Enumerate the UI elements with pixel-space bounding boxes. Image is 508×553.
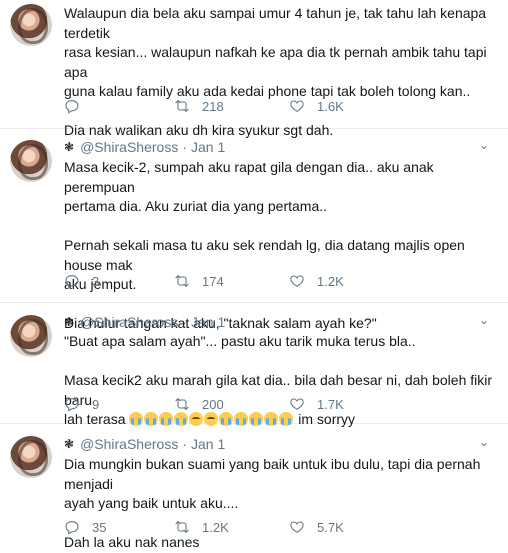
avatar[interactable]	[10, 4, 52, 46]
like-count: 5.7K	[317, 519, 344, 535]
retweet-count: 218	[202, 98, 224, 114]
retweet-button[interactable]: 218	[174, 98, 224, 114]
reply-button[interactable]: 35	[64, 519, 106, 535]
reply-count: 9	[92, 396, 100, 412]
reply-button[interactable]: 3	[64, 273, 99, 289]
heart-icon	[290, 521, 304, 533]
reply-count: 35	[92, 519, 107, 535]
like-count: 1.2K	[317, 273, 344, 289]
avatar[interactable]	[10, 315, 52, 357]
retweet-button[interactable]: 1.2K	[174, 519, 229, 535]
flower-icon: ❃	[64, 140, 75, 154]
tweet-thread: Walaupun dia bela aku sampai umur 4 tahu…	[0, 0, 508, 553]
avatar[interactable]	[10, 140, 52, 182]
tweet-date[interactable]: Jan 1	[191, 436, 225, 452]
reply-icon	[65, 100, 79, 114]
tweet-text: "Buat apa salam ayah"... pastu aku tarik…	[64, 333, 496, 427]
separator-dot: ·	[182, 436, 187, 452]
tweet-date[interactable]: Jan 1	[191, 139, 225, 155]
heart-icon	[290, 100, 304, 112]
tweet-text: Walaupun dia bela aku sampai umur 4 tahu…	[64, 5, 491, 138]
reply-button[interactable]: 9	[64, 396, 99, 412]
like-count: 1.7K	[317, 396, 344, 412]
like-button[interactable]: 1.2K	[289, 273, 344, 289]
tweet-body: Walaupun dia bela aku sampai umur 4 tahu…	[64, 4, 492, 141]
tweet-header: ❃ @ShiraSheross · Jan 1 ⌄	[64, 138, 492, 156]
user-handle[interactable]: @ShiraSheross	[80, 314, 178, 330]
tweet[interactable]: ❃ @ShiraSheross · Jan 1 ⌄ Dia mungkin bu…	[0, 424, 508, 553]
like-button[interactable]: 5.7K	[289, 519, 344, 535]
flower-icon: ❃	[64, 437, 75, 451]
chevron-down-icon[interactable]: ⌄	[476, 435, 492, 449]
retweet-icon	[175, 520, 189, 534]
tweet-body: ❃ @ShiraSheross · Jan 1 ⌄ "Buat apa sala…	[64, 313, 492, 430]
like-count: 1.6K	[317, 98, 344, 114]
tweet-body: ❃ @ShiraSheross · Jan 1 ⌄ Dia mungkin bu…	[64, 435, 492, 553]
user-handle[interactable]: @ShiraSheross	[80, 436, 178, 452]
reply-icon	[65, 521, 79, 535]
retweet-icon	[175, 397, 189, 411]
tweet-header: ❃ @ShiraSheross · Jan 1 ⌄	[64, 435, 492, 453]
tweet[interactable]: ❃ @ShiraSheross · Jan 1 ⌄ Masa kecik-2, …	[0, 129, 508, 331]
retweet-icon	[175, 274, 189, 288]
tweet-header: ❃ @ShiraSheross · Jan 1 ⌄	[64, 313, 492, 331]
heart-icon	[290, 398, 304, 410]
chevron-down-icon[interactable]: ⌄	[476, 138, 492, 152]
avatar[interactable]	[10, 436, 52, 478]
retweet-icon	[175, 99, 189, 113]
tweet[interactable]: Walaupun dia bela aku sampai umur 4 tahu…	[0, 0, 508, 138]
chevron-down-icon[interactable]: ⌄	[476, 313, 492, 327]
reply-icon	[65, 275, 79, 289]
retweet-button[interactable]: 200	[174, 396, 224, 412]
separator-dot: ·	[182, 139, 187, 155]
retweet-count: 200	[202, 396, 224, 412]
retweet-count: 1.2K	[202, 519, 229, 535]
reply-count: 3	[92, 273, 100, 289]
like-button[interactable]: 1.7K	[289, 396, 344, 412]
reply-icon	[65, 398, 79, 412]
reply-button[interactable]	[64, 98, 80, 114]
tweet[interactable]: ❃ @ShiraSheross · Jan 1 ⌄ "Buat apa sala…	[0, 303, 508, 427]
tweet-text: Dia mungkin bukan suami yang baik untuk …	[64, 456, 485, 550]
like-button[interactable]: 1.6K	[289, 98, 344, 114]
user-handle[interactable]: @ShiraSheross	[80, 139, 178, 155]
retweet-count: 174	[202, 273, 224, 289]
heart-icon	[290, 275, 304, 287]
retweet-button[interactable]: 174	[174, 273, 224, 289]
tweet-date[interactable]: Jan 1	[191, 314, 225, 330]
separator-dot: ·	[182, 314, 187, 330]
flower-icon: ❃	[64, 315, 75, 329]
